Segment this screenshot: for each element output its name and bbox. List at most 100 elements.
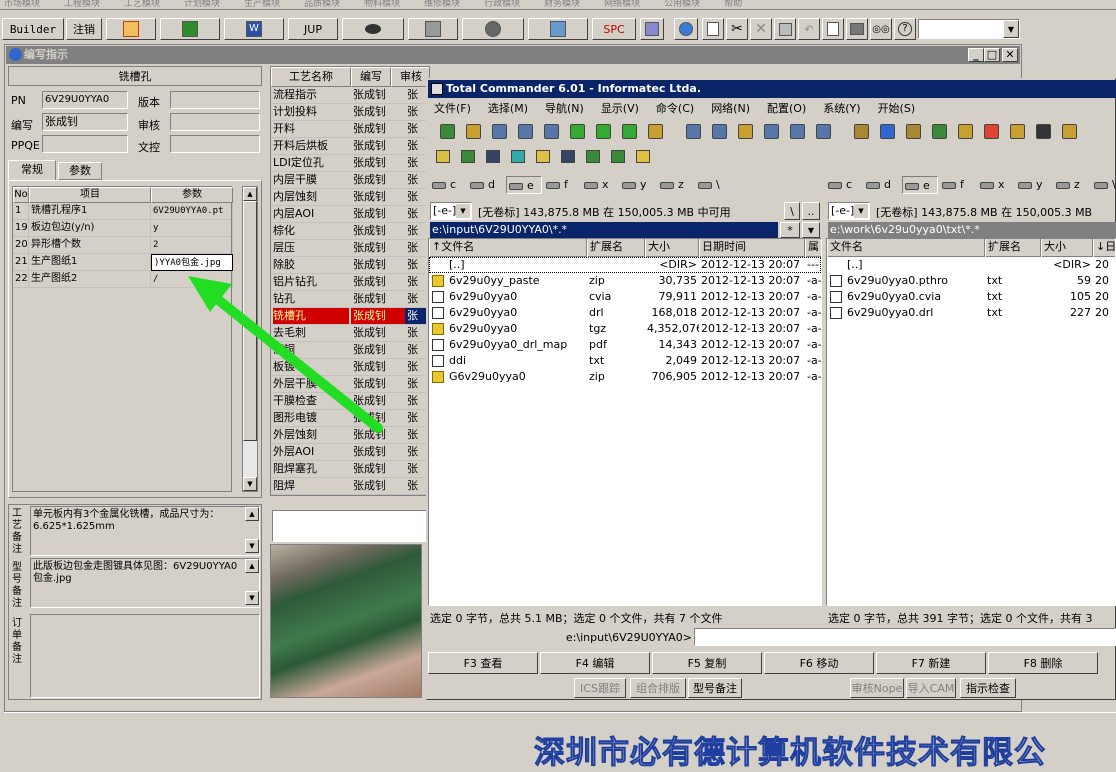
tc-left-up-button[interactable]: .. — [802, 202, 820, 220]
quick-tool-icon[interactable] — [561, 150, 575, 163]
fkey-button-1[interactable]: F4 编辑 — [540, 652, 650, 674]
file-row[interactable]: 6v29u0yya0_drl_map pdf 14,343 2012-12-13 20… — [429, 337, 821, 353]
fkey-button-0[interactable]: F3 查看 — [428, 652, 538, 674]
tc-left-hotlist-button[interactable]: ▼ — [802, 222, 820, 238]
quick-tool-icon[interactable] — [486, 150, 500, 163]
fkey-button-3[interactable]: F6 移动 — [764, 652, 874, 674]
fkey-button-2[interactable]: F5 复制 — [652, 652, 762, 674]
folder-icon[interactable] — [764, 124, 779, 139]
drive-button-2[interactable]: e — [902, 176, 938, 194]
tree-icon[interactable] — [466, 124, 481, 139]
file-row[interactable]: 6v29u0yy_paste zip 30,735 2012-12-13 20:07-… — [429, 273, 821, 289]
quick-tool-icon[interactable] — [586, 150, 600, 163]
quick-tool-icon[interactable] — [436, 150, 450, 163]
copy-names-icon[interactable] — [816, 124, 831, 139]
quick-tool-icon[interactable] — [611, 150, 625, 163]
bottom-button-5[interactable]: 指示检查 — [960, 678, 1016, 698]
file-row[interactable]: 6v29u0yya0.pthro txt 59 20 — [827, 273, 1115, 289]
drive-button-6[interactable]: z — [658, 176, 694, 194]
full-view-icon[interactable] — [518, 124, 533, 139]
drive-button-6[interactable]: z — [1054, 176, 1090, 194]
world-icon[interactable] — [880, 124, 895, 139]
fkey-button-5[interactable]: F8 删除 — [988, 652, 1098, 674]
file-row[interactable]: 6v29u0yya0.drl txt 227 20 — [827, 305, 1115, 321]
tc-left-path[interactable]: e:\input\6V29U0YYA0\*.* — [430, 222, 778, 238]
tc-column-header[interactable]: 日期时间 — [699, 239, 805, 257]
sync-icon[interactable] — [932, 124, 947, 139]
file-row[interactable]: 6v29u0yya0.cvia txt 105 20 — [827, 289, 1115, 305]
tc-column-header[interactable]: 大小 — [645, 239, 699, 257]
tc-menu-item[interactable]: 网络(N) — [707, 102, 750, 115]
unpack-icon[interactable] — [686, 124, 701, 139]
tc-right-drive-select[interactable]: [-e-] ▼ — [828, 202, 870, 220]
bottom-button-1[interactable]: 组合排版 — [630, 678, 686, 698]
file-row[interactable]: 6v29u0yya0 tgz 4,352,076 2012-12-13 20:07 -a… — [429, 321, 821, 337]
bottom-button-4[interactable]: 导入CAM — [906, 678, 956, 698]
compare-icon[interactable] — [906, 124, 921, 139]
tc-menu-item[interactable]: 文件(F) — [430, 102, 471, 115]
quick-tool-icon[interactable] — [511, 150, 525, 163]
ftp-icon[interactable] — [712, 124, 727, 139]
lock-icon[interactable] — [854, 124, 869, 139]
drive-button-0[interactable]: c — [826, 176, 862, 194]
bottom-button-2[interactable]: 型号备注 — [688, 678, 742, 698]
tc-menu-item[interactable]: 选择(M) — [484, 102, 528, 115]
tc-column-header[interactable]: 文件名 — [827, 239, 985, 257]
tc-menu-item[interactable]: 显示(V) — [597, 102, 639, 115]
drive-button-0[interactable]: c — [430, 176, 466, 194]
tc-left-root-button[interactable]: \ — [784, 202, 800, 220]
quick-tool-icon[interactable] — [636, 150, 650, 163]
drive-button-5[interactable]: y — [620, 176, 656, 194]
tc-left-drive-select[interactable]: [-e-] ▼ — [430, 202, 472, 220]
tc-column-header[interactable]: ↑文件名 — [429, 239, 587, 257]
drive-button-7[interactable]: \ — [696, 176, 732, 194]
tc-right-path[interactable]: e:\work\6v29u0yya0\txt\*.* — [828, 222, 1116, 238]
tc-column-header[interactable]: 扩展名 — [587, 239, 645, 257]
tc-right-file-list[interactable]: 文件名 扩展名 大小 ↓日 [..] <DIR> 20 6v29u0yya0.pthro tx… — [826, 238, 1116, 606]
fkey-button-4[interactable]: F7 新建 — [876, 652, 986, 674]
drive-button-2[interactable]: e — [506, 176, 542, 194]
zip-icon[interactable] — [1010, 124, 1025, 139]
file-row[interactable]: ddi txt 2,049 2012-12-13 20:07 -a- — [429, 353, 821, 369]
drive-button-3[interactable]: f — [544, 176, 580, 194]
ftp-new-icon[interactable] — [738, 124, 753, 139]
drive-button-1[interactable]: d — [864, 176, 900, 194]
folder-icon[interactable] — [1062, 124, 1077, 139]
drive-button-5[interactable]: y — [1016, 176, 1052, 194]
tc-menu-item[interactable]: 开始(S) — [874, 102, 916, 115]
drive-button-1[interactable]: d — [468, 176, 504, 194]
file-row[interactable]: 6v29u0yya0 drl 168,018 2012-12-13 20:07 -a- — [429, 305, 821, 321]
tc-column-header[interactable]: 大小 — [1041, 239, 1093, 257]
file-row[interactable]: [..] <DIR> 20 — [827, 257, 1115, 273]
brief-view-icon[interactable] — [492, 124, 507, 139]
tc-column-header[interactable]: 扩展名 — [985, 239, 1041, 257]
pie-icon[interactable] — [984, 124, 999, 139]
tc-menu-item[interactable]: 系统(Y) — [819, 102, 860, 115]
pack-icon[interactable] — [648, 124, 663, 139]
quick-tool-icon[interactable] — [461, 150, 475, 163]
drive-button-4[interactable]: x — [582, 176, 618, 194]
quick-tool-icon[interactable] — [536, 150, 550, 163]
edit-icon[interactable] — [958, 124, 973, 139]
tc-column-header[interactable]: ↓日 — [1093, 239, 1115, 257]
back-icon[interactable] — [596, 124, 611, 139]
tc-menu-item[interactable]: 配置(O) — [763, 102, 806, 115]
tc-command-input[interactable] — [694, 628, 1116, 646]
notepad-icon[interactable] — [790, 124, 805, 139]
tc-menu-item[interactable]: 导航(N) — [541, 102, 584, 115]
bottom-button-3[interactable]: 审核Nope — [850, 678, 904, 698]
refresh-icon[interactable] — [440, 124, 455, 139]
drive-button-3[interactable]: f — [940, 176, 976, 194]
file-row[interactable]: [..] <DIR> 2012-12-13 20:07 --- — [429, 257, 821, 273]
file-row[interactable]: 6v29u0yya0 cvia 79,911 2012-12-13 20:07 -a- — [429, 289, 821, 305]
up-arrow-icon[interactable] — [1036, 124, 1051, 139]
thumbnail-icon[interactable] — [544, 124, 559, 139]
tc-menu-item[interactable]: 命令(C) — [652, 102, 694, 115]
drive-button-7[interactable]: \ — [1092, 176, 1116, 194]
sort-icon[interactable] — [570, 124, 585, 139]
tc-column-header[interactable]: 属 — [805, 239, 821, 257]
file-row[interactable]: G6v29u0yya0 zip 706,905 2012-12-13 20:07 -a- — [429, 369, 821, 385]
tc-left-file-list[interactable]: ↑文件名 扩展名 大小 日期时间属 [..] <DIR> 2012-12-13 20:07… — [428, 238, 822, 606]
forward-icon[interactable] — [622, 124, 637, 139]
drive-button-4[interactable]: x — [978, 176, 1014, 194]
